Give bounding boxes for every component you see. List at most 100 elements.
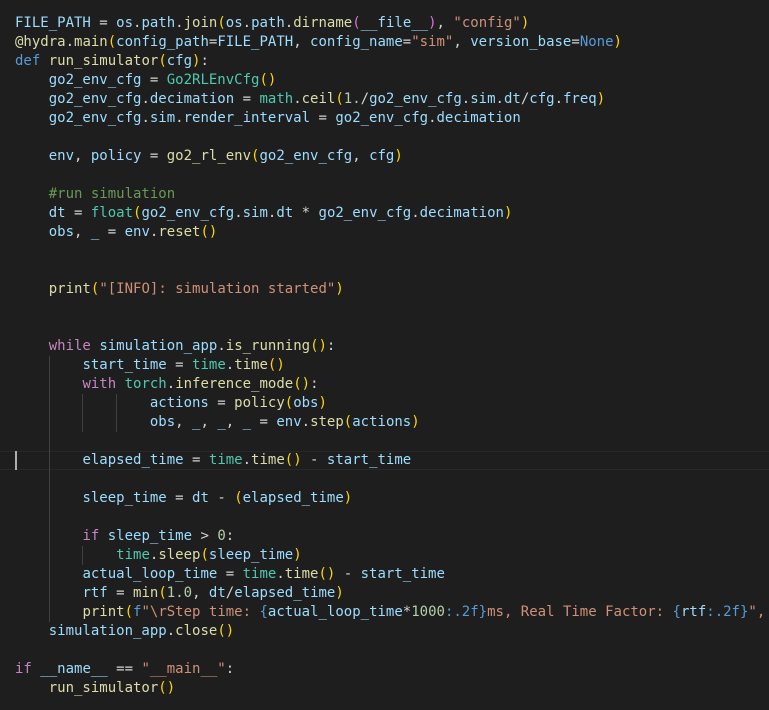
code-token: ) <box>520 15 530 31</box>
code-token: @hydra <box>15 34 66 50</box>
code-line[interactable]: obs, _, _, _ = env.step(actions) <box>15 413 765 432</box>
code-token: ) <box>335 585 344 601</box>
code-token: rtf <box>680 604 707 620</box>
code-token: config_name <box>310 34 403 50</box>
code-token: , <box>200 414 218 430</box>
code-token: = <box>99 224 125 240</box>
code-line[interactable]: @hydra.main(config_path = FILE_PATH, confi… <box>15 33 765 52</box>
code-token: () <box>217 623 235 639</box>
code-line[interactable]: run_simulator() <box>15 679 765 698</box>
code-token: = <box>402 34 412 50</box>
code-line[interactable]: env, policy = go2_rl_env(go2_env_cfg, cf… <box>15 147 765 166</box>
code-line[interactable]: if __name__ == "__main__": <box>15 660 765 679</box>
code-token: - <box>335 566 361 582</box>
code-line[interactable]: go2_env_cfg.decimation = math.ceil(1./go… <box>15 90 765 109</box>
code-line[interactable]: go2_env_cfg = Go2RLEnvCfg() <box>15 71 765 90</box>
code-line[interactable] <box>15 166 765 185</box>
code-line[interactable] <box>15 128 765 147</box>
code-token: , <box>352 148 370 164</box>
code-token: dt <box>503 91 521 107</box>
code-token: , <box>74 148 91 164</box>
code-line[interactable] <box>15 641 765 660</box>
code-token: time <box>234 357 268 373</box>
code-token: join <box>183 15 218 31</box>
code-token: cfg <box>529 91 555 107</box>
indent-guide <box>116 413 118 432</box>
code-token: . <box>225 357 235 373</box>
code-token: () <box>158 680 176 696</box>
code-token: #run simulation <box>48 186 176 202</box>
code-token: ( <box>158 585 167 601</box>
code-line[interactable] <box>15 242 765 261</box>
code-token: == <box>107 661 142 677</box>
code-token: ( <box>158 53 167 69</box>
code-token: = <box>166 490 193 506</box>
code-line[interactable]: if sleep_time > 0: <box>15 527 765 546</box>
code-token: / <box>225 585 235 601</box>
code-token: = <box>65 205 91 221</box>
code-token: () <box>284 452 302 468</box>
code-line[interactable]: simulation_app.close() <box>15 622 765 641</box>
code-token: cfg <box>166 53 193 69</box>
code-token: ) <box>596 91 606 107</box>
code-token: render_interval <box>183 110 311 126</box>
code-token: obs <box>293 395 319 411</box>
code-line[interactable]: #run simulation <box>15 185 765 204</box>
code-token: go2_env_cfg <box>48 91 142 107</box>
code-line[interactable]: print("[INFO]: simulation started") <box>15 280 765 299</box>
code-token: if <box>15 661 32 677</box>
code-line[interactable]: print(f"\rStep time: {actual_loop_time*1… <box>15 603 765 622</box>
code-token: obs <box>149 414 176 430</box>
code-line[interactable]: sleep_time = dt - (elapsed_time) <box>15 489 765 508</box>
code-text[interactable]: FILE_PATH = os.path.join(os.path.dirname… <box>15 14 765 698</box>
code-token: - <box>301 452 327 468</box>
indent-guide <box>48 356 50 375</box>
code-token: go2_env_cfg <box>259 148 353 164</box>
code-line[interactable] <box>15 299 765 318</box>
code-token: , <box>453 34 471 50</box>
code-token: / <box>360 91 370 107</box>
code-token: rtf <box>82 585 108 601</box>
code-line[interactable]: with torch.inference_mode(): <box>15 375 765 394</box>
indent-guide <box>48 546 50 565</box>
code-line[interactable]: FILE_PATH = os.path.join(os.path.dirname… <box>15 14 765 33</box>
code-token: dt <box>208 585 226 601</box>
code-token: = <box>141 72 167 88</box>
code-token: time <box>251 452 285 468</box>
code-token: } <box>478 604 488 620</box>
code-token: . <box>234 205 243 221</box>
code-line[interactable]: time.sleep(sleep_time) <box>15 546 765 565</box>
code-line[interactable]: actions = policy(obs) <box>15 394 765 413</box>
code-token: , <box>436 15 454 31</box>
code-line[interactable]: rtf = min(1.0, dt/elapsed_time) <box>15 584 765 603</box>
code-editor[interactable]: FILE_PATH = os.path.join(os.path.dirname… <box>0 0 769 710</box>
code-token: go2_env_cfg <box>318 205 412 221</box>
code-line[interactable]: actual_loop_time = time.time() - start_t… <box>15 565 765 584</box>
code-line[interactable]: obs, _ = env.reset() <box>15 223 765 242</box>
code-line[interactable] <box>15 432 765 451</box>
code-token: while <box>48 338 91 354</box>
code-line[interactable] <box>15 261 765 280</box>
code-line[interactable]: start_time = time.time() <box>15 356 765 375</box>
code-line[interactable]: elapsed_time = time.time() - start_time <box>15 451 765 470</box>
code-token: elapsed_time <box>242 490 344 506</box>
code-token: / <box>520 91 530 107</box>
code-token: 1. <box>343 91 361 107</box>
code-token: ( <box>335 91 344 107</box>
code-line[interactable] <box>15 508 765 527</box>
code-line[interactable]: while simulation_app.is_running(): <box>15 337 765 356</box>
code-line[interactable]: def run_simulator(cfg): <box>15 52 765 71</box>
code-line[interactable] <box>15 318 765 337</box>
code-line[interactable]: go2_env_cfg.sim.render_interval = go2_en… <box>15 109 765 128</box>
code-token: def <box>15 53 41 69</box>
code-token: dt <box>192 490 209 506</box>
code-line[interactable] <box>15 470 765 489</box>
code-token: Go2RLEnvCfg <box>166 72 260 88</box>
code-token: () <box>318 566 336 582</box>
code-token: ( <box>107 34 117 50</box>
code-line[interactable]: dt = float(go2_env_cfg.sim.dt * go2_env_… <box>15 204 765 223</box>
